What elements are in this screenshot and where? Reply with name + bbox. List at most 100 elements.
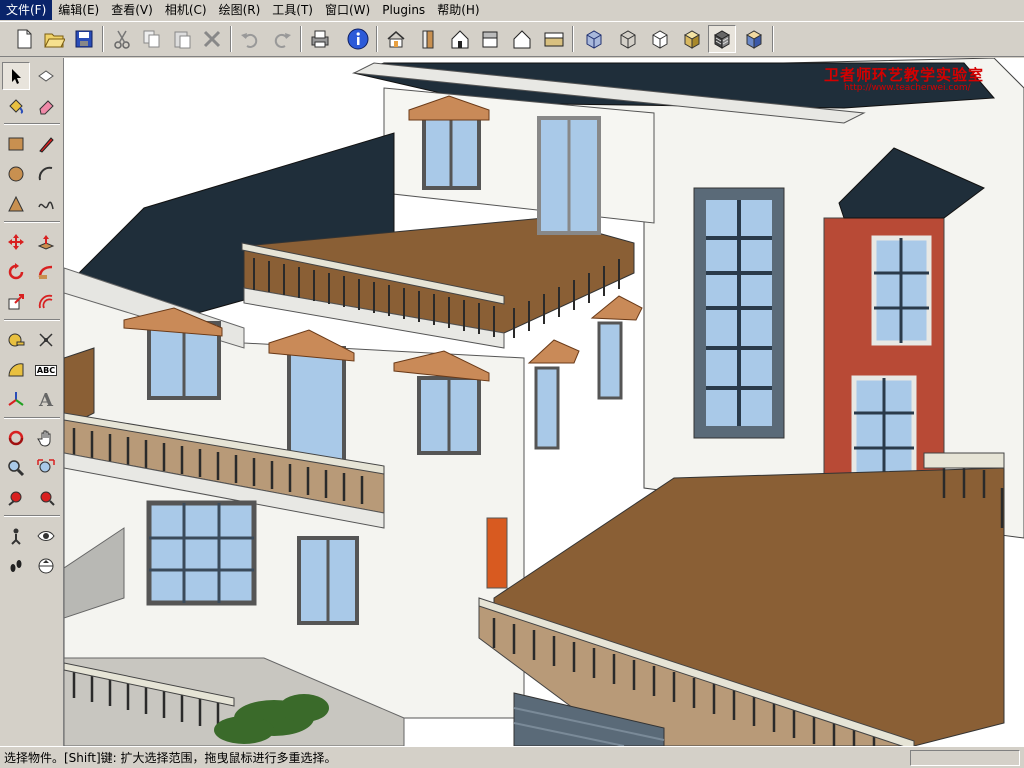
axes-tool-button[interactable] <box>2 386 30 414</box>
person-icon <box>11 528 21 545</box>
delete-x-icon <box>203 30 221 48</box>
redo-button[interactable] <box>268 25 296 53</box>
value-control-box[interactable] <box>910 750 1020 766</box>
copy-button[interactable] <box>138 25 166 53</box>
toolbar-separator <box>230 26 232 52</box>
rotate-tool-button[interactable] <box>2 258 30 286</box>
cut-button[interactable] <box>108 25 136 53</box>
line-tool-button[interactable] <box>32 130 60 158</box>
tool-palette: ABC A <box>0 58 64 746</box>
zoom-tool-button[interactable] <box>2 454 30 482</box>
house-outline-button[interactable] <box>508 25 536 53</box>
monochrome-view-button[interactable] <box>740 25 768 53</box>
offset-icon <box>38 294 53 309</box>
save-button[interactable] <box>70 25 98 53</box>
scale-tool-button[interactable] <box>2 288 30 316</box>
menu-tools[interactable]: 工具(T) <box>266 0 319 20</box>
component-tool-button[interactable] <box>32 62 60 90</box>
orbit-tool-button[interactable] <box>2 424 30 452</box>
freehand-tool-button[interactable] <box>32 190 60 218</box>
toolbar-separator <box>572 26 574 52</box>
delete-button[interactable] <box>198 25 226 53</box>
eye-icon <box>37 531 55 541</box>
house-button[interactable] <box>446 25 474 53</box>
model-viewport[interactable]: 卫者师环艺教学实验室 http://www.teacherwei.com/ <box>64 58 1024 746</box>
offset-tool-button[interactable] <box>32 288 60 316</box>
walk-tool-button[interactable] <box>2 552 30 580</box>
paint-bucket-button[interactable] <box>2 92 30 120</box>
follow-me-button[interactable] <box>32 258 60 286</box>
hand-icon <box>37 430 51 447</box>
door-button[interactable] <box>414 25 442 53</box>
axes-icon <box>8 392 24 406</box>
move-tool-button[interactable] <box>2 228 30 256</box>
wireframe-view-button[interactable] <box>614 25 642 53</box>
print-button[interactable] <box>306 25 334 53</box>
shaded-view-button[interactable] <box>678 25 706 53</box>
house-model-render[interactable] <box>64 58 1024 746</box>
menu-plugins[interactable]: Plugins <box>376 0 431 20</box>
polygon-tool-button[interactable] <box>2 190 30 218</box>
hidden-line-button[interactable] <box>646 25 674 53</box>
menu-window[interactable]: 窗口(W) <box>319 0 376 20</box>
eraser-icon <box>39 100 54 115</box>
triangle-icon <box>8 195 24 212</box>
new-file-button[interactable] <box>10 25 38 53</box>
section-plane-icon <box>38 558 54 574</box>
protractor-button[interactable] <box>2 356 30 384</box>
menu-edit[interactable]: 编辑(E) <box>52 0 105 20</box>
house-section-icon <box>482 31 498 48</box>
xray-view-button[interactable] <box>580 25 608 53</box>
toolbar-separator <box>102 26 104 52</box>
component-cube-icon <box>38 70 54 82</box>
shaded-textures-button[interactable] <box>708 25 736 53</box>
3d-text-button[interactable]: A <box>32 386 60 414</box>
text-tool-label: ABC <box>34 364 58 376</box>
wireframe-cube-icon <box>620 30 636 49</box>
model-info-button[interactable] <box>344 25 372 53</box>
house-section-button[interactable] <box>476 25 504 53</box>
zoom-extents-button[interactable] <box>32 484 60 512</box>
dimension-tool-button[interactable] <box>32 326 60 354</box>
watermark-logo: 卫者师环艺教学实验室 http://www.teacherwei.com/ <box>824 64 1024 93</box>
look-around-button[interactable] <box>32 522 60 550</box>
redo-icon <box>274 33 291 48</box>
make-component-button[interactable] <box>382 25 410 53</box>
house-icon <box>451 30 469 49</box>
position-camera-button[interactable] <box>2 522 30 550</box>
tape-measure-button[interactable] <box>2 326 30 354</box>
3d-text-label: A <box>39 389 53 411</box>
circle-tool-button[interactable] <box>2 160 30 188</box>
arrow-cursor-icon <box>12 69 21 84</box>
menu-camera[interactable]: 相机(C) <box>159 0 213 20</box>
rectangle-tool-button[interactable] <box>2 130 30 158</box>
menu-draw[interactable]: 绘图(R) <box>213 0 267 20</box>
house-outline-icon <box>513 30 531 49</box>
mono-cube-icon <box>745 30 763 49</box>
new-file-icon <box>17 29 32 49</box>
toolbar-separator <box>376 26 378 52</box>
undo-button[interactable] <box>236 25 264 53</box>
magnifier-icon <box>8 460 25 477</box>
arc-tool-button[interactable] <box>32 160 60 188</box>
zoom-window-button[interactable] <box>32 454 60 482</box>
open-file-button[interactable] <box>40 25 68 53</box>
palette-separator <box>4 417 60 419</box>
ground-floor-window-1 <box>146 500 257 606</box>
open-folder-icon <box>44 33 65 48</box>
section-plane-button[interactable] <box>32 552 60 580</box>
pan-tool-button[interactable] <box>32 424 60 452</box>
window-button[interactable] <box>540 25 568 53</box>
previous-view-button[interactable] <box>2 484 30 512</box>
hidden-line-cube-icon <box>652 30 668 49</box>
paste-button[interactable] <box>168 25 196 53</box>
eraser-tool-button[interactable] <box>32 92 60 120</box>
menu-view[interactable]: 查看(V) <box>105 0 159 20</box>
push-pull-button[interactable] <box>32 228 60 256</box>
select-tool-button[interactable] <box>2 62 30 90</box>
toolbar-separator <box>300 26 302 52</box>
menu-file[interactable]: 文件(F) <box>0 0 53 20</box>
text-tool-button[interactable]: ABC <box>32 356 60 384</box>
protractor-icon <box>8 363 24 377</box>
menu-help[interactable]: 帮助(H) <box>431 0 485 20</box>
